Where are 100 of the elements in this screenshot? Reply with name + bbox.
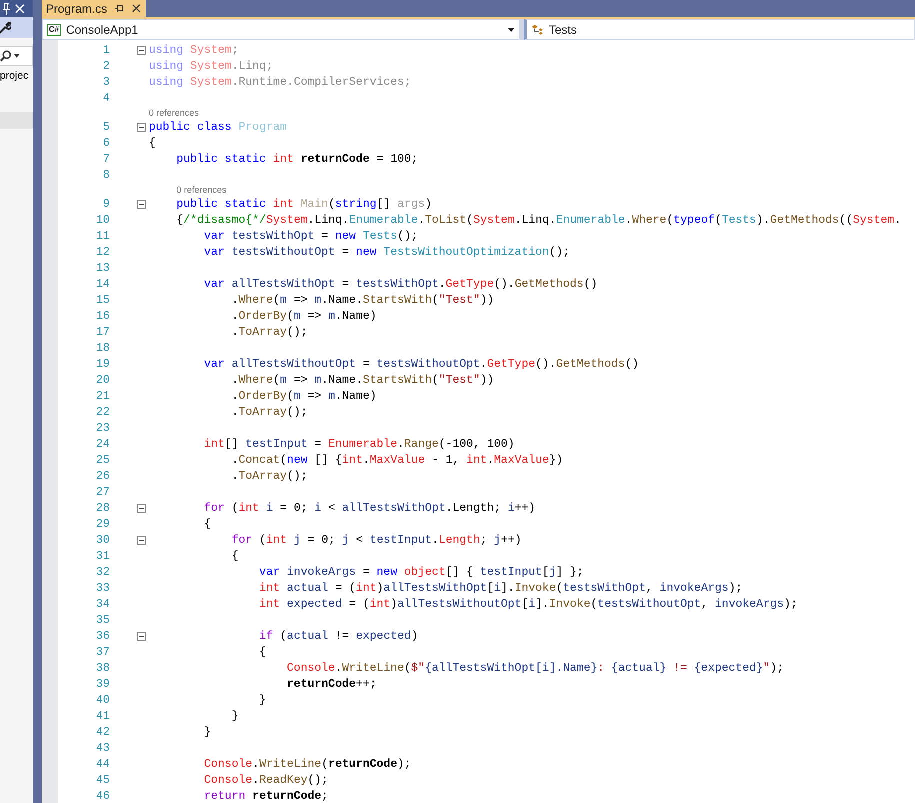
line-number: 26	[95, 470, 110, 482]
search-field[interactable]	[0, 46, 33, 66]
line-number: 42	[95, 726, 110, 738]
caret-icon	[508, 28, 515, 32]
line-number: 29	[95, 518, 110, 530]
collapse-icon[interactable]	[137, 200, 146, 208]
line-number: 35	[95, 614, 110, 626]
code-line: {/*disasmo{*/System.Linq.Enumerable.ToList(System.Linq.Enumerable.Where(typeof(Tests).GetMethods((System.	[176, 214, 902, 226]
line-number: 39	[95, 678, 110, 690]
line-number: 14	[95, 278, 110, 290]
code-line: var allTestsWithoutOpt = testsWithoutOpt.GetType().GetMethods()	[203, 358, 640, 370]
code-line: {	[230, 550, 239, 562]
line-number: 6	[102, 136, 110, 150]
code-line: }	[203, 726, 212, 738]
line-number: 20	[95, 374, 110, 386]
code-line: .ToArray();	[230, 406, 308, 418]
code-line: return returnCode;	[203, 790, 328, 802]
code-line: int actual = (int)allTestsWithOpt[i].Invoke(testsWithOpt, invokeArgs);	[258, 582, 743, 594]
collapse-icon[interactable]	[137, 122, 146, 132]
line-number: 5	[102, 120, 110, 134]
caret-icon	[14, 54, 20, 58]
code-line: returnCode++;	[286, 678, 377, 690]
line-number: 27	[95, 486, 110, 498]
code-line: public class Program	[149, 120, 288, 134]
code-line: var invokeArgs = new object[] { testInput[j] };	[258, 566, 584, 578]
code-line: for (int i = 0; i < allTestsWithOpt.Length; i++)	[203, 502, 536, 514]
code-line: .ToArray();	[230, 470, 308, 482]
line-number: 8	[102, 168, 110, 182]
line-number: 32	[95, 566, 110, 578]
project-dropdown[interactable]: C# ConsoleApp1	[42, 19, 520, 40]
code-line: .Where(m => m.Name.StartsWith("Test"))	[230, 294, 494, 306]
code-line: var allTestsWithOpt = testsWithOpt.GetType().GetMethods()	[203, 278, 598, 290]
line-number: 45	[95, 774, 110, 786]
line-number: 12	[95, 246, 110, 258]
code-line: public static int returnCode = 100;	[176, 152, 418, 166]
line-number: 41	[95, 710, 110, 722]
code-line: var testsWithOpt = new Tests();	[203, 230, 418, 242]
line-number: 30	[95, 534, 110, 546]
line-number: 18	[95, 342, 110, 354]
code-lens-text[interactable]: 0 references	[176, 184, 227, 194]
member-dropdown[interactable]: Tests	[524, 19, 915, 40]
class-icon	[531, 24, 544, 35]
code-line: for (int j = 0; j < testInput.Length; j++)	[230, 534, 522, 546]
code-line: int expected = (int)allTestsWithoutOpt[i].Invoke(testsWithoutOpt, invokeArgs);	[258, 598, 798, 610]
close-icon[interactable]	[132, 4, 142, 13]
line-number: 33	[95, 582, 110, 594]
line-number: 25	[95, 454, 110, 466]
line-number: 22	[95, 406, 110, 418]
line-number: 38	[95, 662, 110, 674]
code-line: {	[203, 518, 212, 530]
collapse-icon[interactable]	[137, 536, 146, 544]
line-number: 11	[95, 230, 110, 242]
code-lens-text[interactable]: 0 references	[149, 108, 200, 118]
line-number: 7	[102, 152, 110, 166]
code-line: var testsWithoutOpt = new TestsWithoutOptimization();	[203, 246, 570, 258]
code-line: using System.Linq;	[149, 60, 274, 72]
line-number: 19	[95, 358, 110, 370]
line-number: 16	[95, 310, 110, 322]
search-icon	[0, 50, 12, 62]
csharp-project-icon: C#	[47, 24, 62, 36]
line-number: 46	[95, 790, 110, 802]
code-line: int[] testInput = Enumerable.Range(-100, 100)	[203, 438, 515, 450]
line-number: 10	[95, 214, 110, 226]
collapse-icon[interactable]	[137, 504, 146, 512]
line-number: 23	[95, 422, 110, 434]
code-line: Console.ReadKey();	[203, 774, 328, 786]
code-line: public static int Main(string[] args)	[176, 198, 432, 210]
line-number: 1	[102, 44, 110, 56]
code-line: {	[149, 136, 156, 150]
line-number: 31	[95, 550, 110, 562]
wrench-icon[interactable]	[0, 22, 11, 34]
selected-row	[0, 112, 33, 129]
code-line: }	[258, 694, 266, 706]
document-tab[interactable]: Program.cs	[42, 0, 146, 17]
line-number: 36	[95, 630, 110, 642]
code-line: .OrderBy(m => m.Name)	[230, 390, 377, 402]
code-line: Console.WriteLine(returnCode);	[203, 758, 412, 770]
code-line: Console.WriteLine($"{allTestsWithOpt[i].Name}: {actual} != {expected}");	[286, 662, 784, 674]
line-number: 37	[95, 646, 110, 658]
line-number: 21	[95, 390, 110, 402]
line-number: 34	[95, 598, 110, 610]
code-line: .ToArray();	[230, 326, 308, 338]
line-number: 44	[95, 758, 110, 770]
code-line: {	[258, 646, 266, 658]
code-line: using System.Runtime.CompilerServices;	[149, 76, 412, 88]
member-name: Tests	[549, 22, 578, 36]
tree-item-label[interactable]: projec	[0, 70, 33, 82]
code-line: using System;	[149, 44, 239, 56]
line-number: 28	[95, 502, 110, 514]
line-number: 9	[102, 198, 110, 210]
line-number: 24	[95, 438, 110, 450]
line-number: 4	[102, 92, 110, 104]
code-line: }	[230, 710, 239, 722]
line-number: 13	[95, 262, 110, 274]
collapse-icon[interactable]	[137, 632, 146, 640]
code-line: .Concat(new [] {int.MaxValue - 1, int.MaxValue})	[230, 454, 564, 466]
line-number: 40	[95, 694, 110, 706]
line-number: 3	[102, 76, 110, 88]
pin-icon[interactable]	[115, 4, 124, 13]
collapse-icon[interactable]	[137, 46, 146, 54]
